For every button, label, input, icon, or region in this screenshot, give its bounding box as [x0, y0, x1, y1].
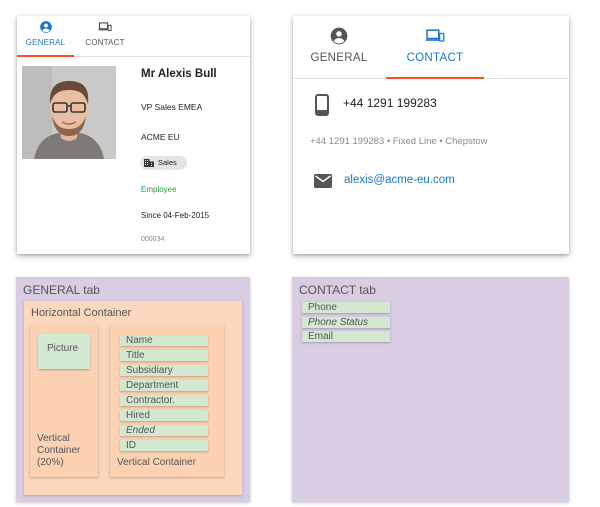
employee-subsidiary: ACME EU: [141, 132, 180, 142]
field-block: Department: [120, 380, 208, 391]
department-chip[interactable]: Sales: [140, 156, 187, 170]
active-tab-indicator: [17, 55, 74, 57]
picture-block: Picture: [38, 334, 90, 369]
employee-title: VP Sales EMEA: [141, 102, 203, 112]
horizontal-container: Horizontal Container Picture Vertical Co…: [24, 301, 242, 495]
field-label: Department: [126, 380, 179, 391]
tab-contact-label: CONTACT: [85, 38, 125, 47]
tab-general[interactable]: GENERAL: [301, 16, 377, 78]
employee-name: Mr Alexis Bull: [141, 68, 217, 80]
general-tab-title: GENERAL tab: [23, 283, 100, 297]
field-label: Title: [126, 350, 145, 361]
general-tab-diagram: GENERAL tab Horizontal Container Picture…: [16, 277, 250, 502]
field-label: Phone: [308, 302, 337, 313]
devices-icon: [98, 22, 112, 31]
employee-card-contact: GENERAL CONTACT +44 1291 199283 +44 1291…: [293, 16, 569, 254]
tab-general-label: GENERAL: [310, 52, 368, 64]
field-block: Email: [302, 331, 390, 342]
email-link[interactable]: alexis@acme-eu.com: [344, 174, 455, 186]
building-icon: [144, 159, 154, 167]
vertical-container-left: Picture Vertical Container (20%): [30, 325, 98, 477]
department-label: Sales: [158, 158, 177, 167]
employee-photo: [22, 66, 116, 159]
tab-contact-label: CONTACT: [406, 52, 464, 64]
field-block: ID: [120, 440, 208, 451]
field-block: Subsidiary: [120, 365, 208, 376]
tab-contact[interactable]: CONTACT: [386, 16, 484, 79]
employee-card-general: GENERAL CONTACT Mr Alexis Bull VP Sales …: [17, 16, 250, 254]
hired-date: Since 04-Feb-2015: [141, 211, 210, 220]
devices-icon: [425, 29, 445, 42]
field-block: Phone: [302, 302, 390, 313]
vertical-container-right: Name Title Subsidiary Department Contrac…: [110, 325, 224, 477]
contact-tab-title: CONTACT tab: [299, 283, 376, 297]
tab-bar: GENERAL CONTACT: [17, 16, 250, 57]
account-circle-icon: [330, 27, 348, 45]
field-label: Email: [308, 331, 334, 342]
phone-status: +44 1291 199283 • Fixed Line • Chepstow: [310, 136, 488, 147]
contract-type: Employee: [141, 185, 177, 194]
tab-general-label: GENERAL: [25, 38, 66, 47]
field-block: Contractor.: [120, 395, 208, 406]
employee-id: 000034: [141, 236, 165, 243]
account-circle-icon: [39, 21, 52, 33]
field-label: Phone Status: [308, 317, 369, 328]
field-block: Ended: [120, 425, 208, 436]
active-tab-indicator: [386, 77, 484, 79]
field-label: Hired: [126, 410, 150, 421]
vertical-container-right-label: Vertical Container: [117, 457, 196, 468]
field-block: Name: [120, 335, 208, 346]
phone-icon: [315, 94, 329, 116]
field-block: Phone Status: [302, 317, 390, 328]
picture-label: Picture: [47, 343, 79, 354]
field-label: Subsidiary: [126, 365, 173, 376]
phone-number[interactable]: +44 1291 199283: [343, 96, 437, 110]
field-label: Name: [126, 335, 153, 346]
field-label: Ended: [126, 425, 155, 436]
contact-tab-diagram: CONTACT tab Phone Phone Status Email: [292, 277, 569, 502]
tab-contact[interactable]: CONTACT: [74, 16, 136, 56]
field-block: Hired: [120, 410, 208, 421]
vertical-container-left-label: Vertical Container (20%): [37, 433, 81, 468]
tab-bar: GENERAL CONTACT: [293, 16, 569, 79]
field-label: ID: [126, 440, 136, 451]
field-label: Contractor.: [126, 395, 175, 406]
horizontal-container-label: Horizontal Container: [31, 307, 132, 319]
tab-general[interactable]: GENERAL: [17, 16, 74, 57]
email-icon: [314, 174, 332, 188]
field-block: Title: [120, 350, 208, 361]
